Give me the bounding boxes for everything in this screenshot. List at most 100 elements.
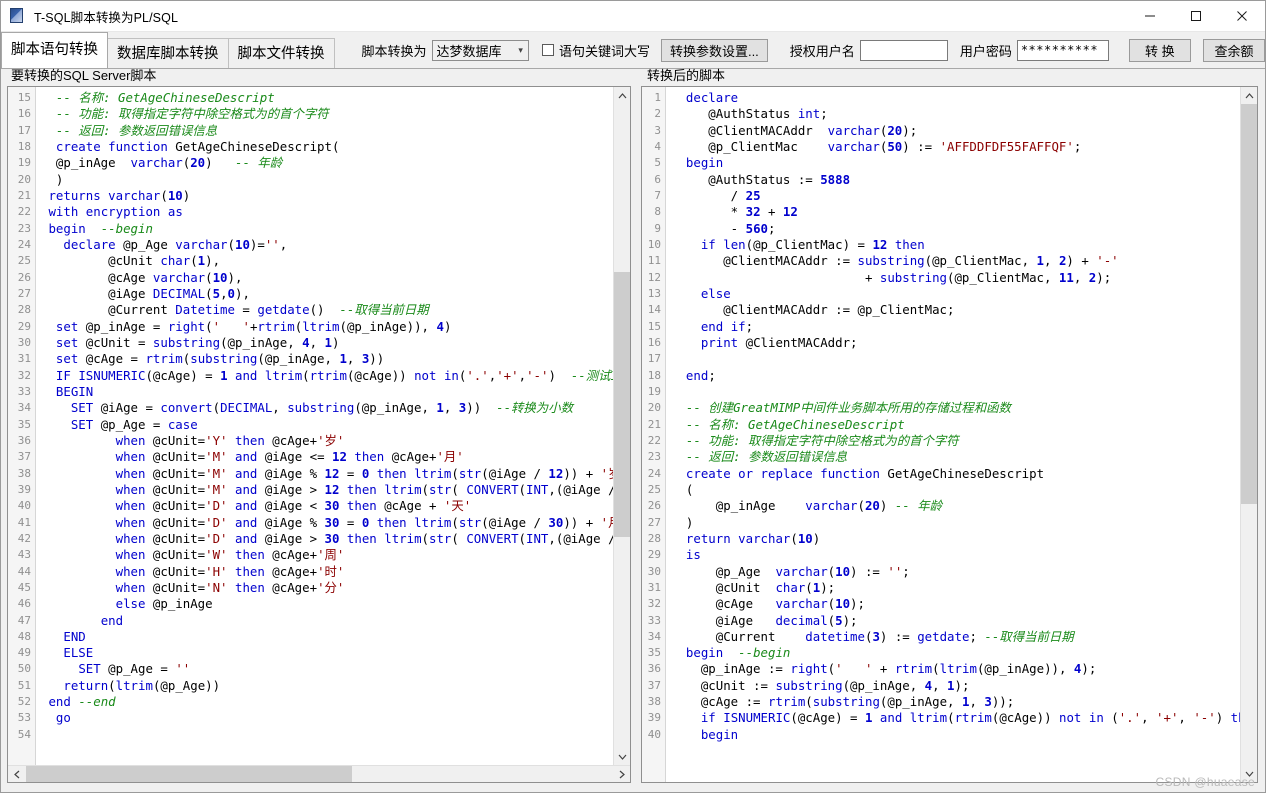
code-line: @cUnit := substring(@p_inAge, 4, 1); bbox=[667, 678, 1240, 694]
tab-bar: 脚本语句转换 数据库脚本转换 脚本文件转换 bbox=[1, 32, 334, 68]
line-number: 31 bbox=[8, 351, 35, 367]
result-vertical-scrollbar[interactable] bbox=[1240, 87, 1257, 782]
line-number: 21 bbox=[8, 188, 35, 204]
source-pane: 要转换的SQL Server脚本 15161718192021222324252… bbox=[1, 68, 637, 792]
code-line: @p_inAge varchar(20) -- 年龄 bbox=[37, 155, 613, 171]
application-window: T-SQL脚本转换为PL/SQL 脚本语句转换 数据库脚本转换 脚本文件转换 脚… bbox=[0, 0, 1266, 793]
close-icon[interactable] bbox=[1219, 1, 1265, 31]
uppercase-keywords-checkbox[interactable]: 语句关键词大写 bbox=[542, 41, 650, 60]
line-number: 33 bbox=[8, 384, 35, 400]
scroll-down-icon[interactable] bbox=[1241, 765, 1258, 782]
code-line: -- 创建GreatMIMP中间件业务脚本所用的存储过程和函数 bbox=[667, 400, 1240, 416]
result-scroll-thumb[interactable] bbox=[1241, 104, 1258, 504]
line-number: 48 bbox=[8, 629, 35, 645]
source-horizontal-scrollbar[interactable] bbox=[8, 765, 630, 782]
code-line: declare bbox=[667, 90, 1240, 106]
target-database-value: 达梦数据库 bbox=[437, 41, 502, 60]
source-code-text[interactable]: -- 名称: GetAgeChineseDescript -- 功能: 取得指定… bbox=[37, 87, 613, 765]
code-line: create function GetAgeChineseDescript( bbox=[37, 139, 613, 155]
code-line: is bbox=[667, 547, 1240, 563]
line-number: 47 bbox=[8, 613, 35, 629]
line-number: 15 bbox=[8, 90, 35, 106]
editor-panes: 要转换的SQL Server脚本 15161718192021222324252… bbox=[1, 68, 1265, 792]
source-scroll-thumb[interactable] bbox=[614, 272, 631, 537]
scroll-up-icon[interactable] bbox=[1241, 87, 1258, 104]
line-number: 15 bbox=[642, 319, 665, 335]
code-line: @AuthStatus int; bbox=[667, 106, 1240, 122]
result-editor[interactable]: 1234567891011121314151617181920212223242… bbox=[641, 86, 1258, 783]
code-line: with encryption as bbox=[37, 204, 613, 220]
code-line: @p_inAge := right(' ' + rtrim(ltrim(@p_i… bbox=[667, 661, 1240, 677]
code-line: create or replace function GetAgeChinese… bbox=[667, 466, 1240, 482]
source-vertical-scrollbar[interactable] bbox=[613, 87, 630, 765]
code-line: else bbox=[667, 286, 1240, 302]
line-number: 31 bbox=[642, 580, 665, 596]
line-number: 34 bbox=[8, 400, 35, 416]
tab-file-conversion[interactable]: 脚本文件转换 bbox=[228, 38, 335, 68]
line-number: 28 bbox=[8, 302, 35, 318]
line-number: 38 bbox=[8, 466, 35, 482]
code-line: set @cUnit = substring(@p_inAge, 4, 1) bbox=[37, 335, 613, 351]
minimize-icon[interactable] bbox=[1127, 1, 1173, 31]
line-number: 7 bbox=[642, 188, 665, 204]
code-line: begin bbox=[667, 727, 1240, 743]
target-database-select[interactable]: 达梦数据库 ▾ bbox=[432, 40, 529, 61]
code-line bbox=[37, 727, 613, 743]
tab-database-conversion[interactable]: 数据库脚本转换 bbox=[107, 38, 229, 68]
license-user-input[interactable] bbox=[860, 40, 948, 61]
scroll-down-icon[interactable] bbox=[614, 748, 631, 765]
line-number: 6 bbox=[642, 172, 665, 188]
code-line: @p_Age varchar(10) := ''; bbox=[667, 564, 1240, 580]
code-line: SET @p_Age = case bbox=[37, 417, 613, 433]
line-number: 12 bbox=[642, 270, 665, 286]
line-number: 22 bbox=[8, 204, 35, 220]
scroll-left-icon[interactable] bbox=[8, 766, 25, 783]
scroll-up-icon[interactable] bbox=[614, 87, 631, 104]
code-line: @cUnit char(1); bbox=[667, 580, 1240, 596]
line-number: 18 bbox=[642, 368, 665, 384]
line-number: 35 bbox=[642, 645, 665, 661]
password-input[interactable] bbox=[1017, 40, 1109, 61]
maximize-icon[interactable] bbox=[1173, 1, 1219, 31]
code-line: set @p_inAge = right(' '+rtrim(ltrim(@p_… bbox=[37, 319, 613, 335]
line-number: 16 bbox=[642, 335, 665, 351]
line-number: 33 bbox=[642, 613, 665, 629]
code-line: else @p_inAge bbox=[37, 596, 613, 612]
source-editor[interactable]: 1516171819202122232425262728293031323334… bbox=[7, 86, 631, 783]
conversion-params-button[interactable]: 转换参数设置... bbox=[661, 39, 768, 62]
code-line: when @cUnit='H' then @cAge+'时' bbox=[37, 564, 613, 580]
scroll-right-icon[interactable] bbox=[613, 766, 630, 783]
code-line: end bbox=[37, 613, 613, 629]
code-line: -- 返回: 参数返回错误信息 bbox=[667, 449, 1240, 465]
code-line: - 560; bbox=[667, 221, 1240, 237]
convert-button[interactable]: 转 换 bbox=[1129, 39, 1191, 62]
line-number: 43 bbox=[8, 547, 35, 563]
code-line: when @cUnit='Y' then @cAge+'岁' bbox=[37, 433, 613, 449]
tab-statement-conversion[interactable]: 脚本语句转换 bbox=[1, 32, 108, 68]
code-line: @cAge varchar(10); bbox=[667, 596, 1240, 612]
line-number: 10 bbox=[642, 237, 665, 253]
line-number: 27 bbox=[8, 286, 35, 302]
line-number: 25 bbox=[8, 253, 35, 269]
code-line: @iAge DECIMAL(5,0), bbox=[37, 286, 613, 302]
code-line: @ClientMACAddr := @p_ClientMac; bbox=[667, 302, 1240, 318]
code-line: set @cAge = rtrim(substring(@p_inAge, 1,… bbox=[37, 351, 613, 367]
line-number: 46 bbox=[8, 596, 35, 612]
line-number: 42 bbox=[8, 531, 35, 547]
line-number: 24 bbox=[642, 466, 665, 482]
code-line: @Current Datetime = getdate() --取得当前日期 bbox=[37, 302, 613, 318]
result-code-text[interactable]: declare @AuthStatus int; @ClientMACAddr … bbox=[667, 87, 1240, 782]
code-line: when @cUnit='D' and @iAge < 30 then @cAg… bbox=[37, 498, 613, 514]
check-balance-button[interactable]: 查余额 bbox=[1203, 39, 1265, 62]
line-number: 32 bbox=[642, 596, 665, 612]
code-line: end --end bbox=[37, 694, 613, 710]
code-line: when @cUnit='M' and @iAge % 12 = 0 then … bbox=[37, 466, 613, 482]
line-number: 14 bbox=[642, 302, 665, 318]
source-hscroll-thumb[interactable] bbox=[26, 766, 352, 783]
line-number: 26 bbox=[8, 270, 35, 286]
result-pane-title: 转换后的脚本 bbox=[637, 68, 1265, 86]
code-line: @Current datetime(3) := getdate; --取得当前日… bbox=[667, 629, 1240, 645]
password-label: 用户密码 bbox=[960, 41, 1012, 60]
line-number: 51 bbox=[8, 678, 35, 694]
checkbox-box bbox=[542, 44, 554, 56]
